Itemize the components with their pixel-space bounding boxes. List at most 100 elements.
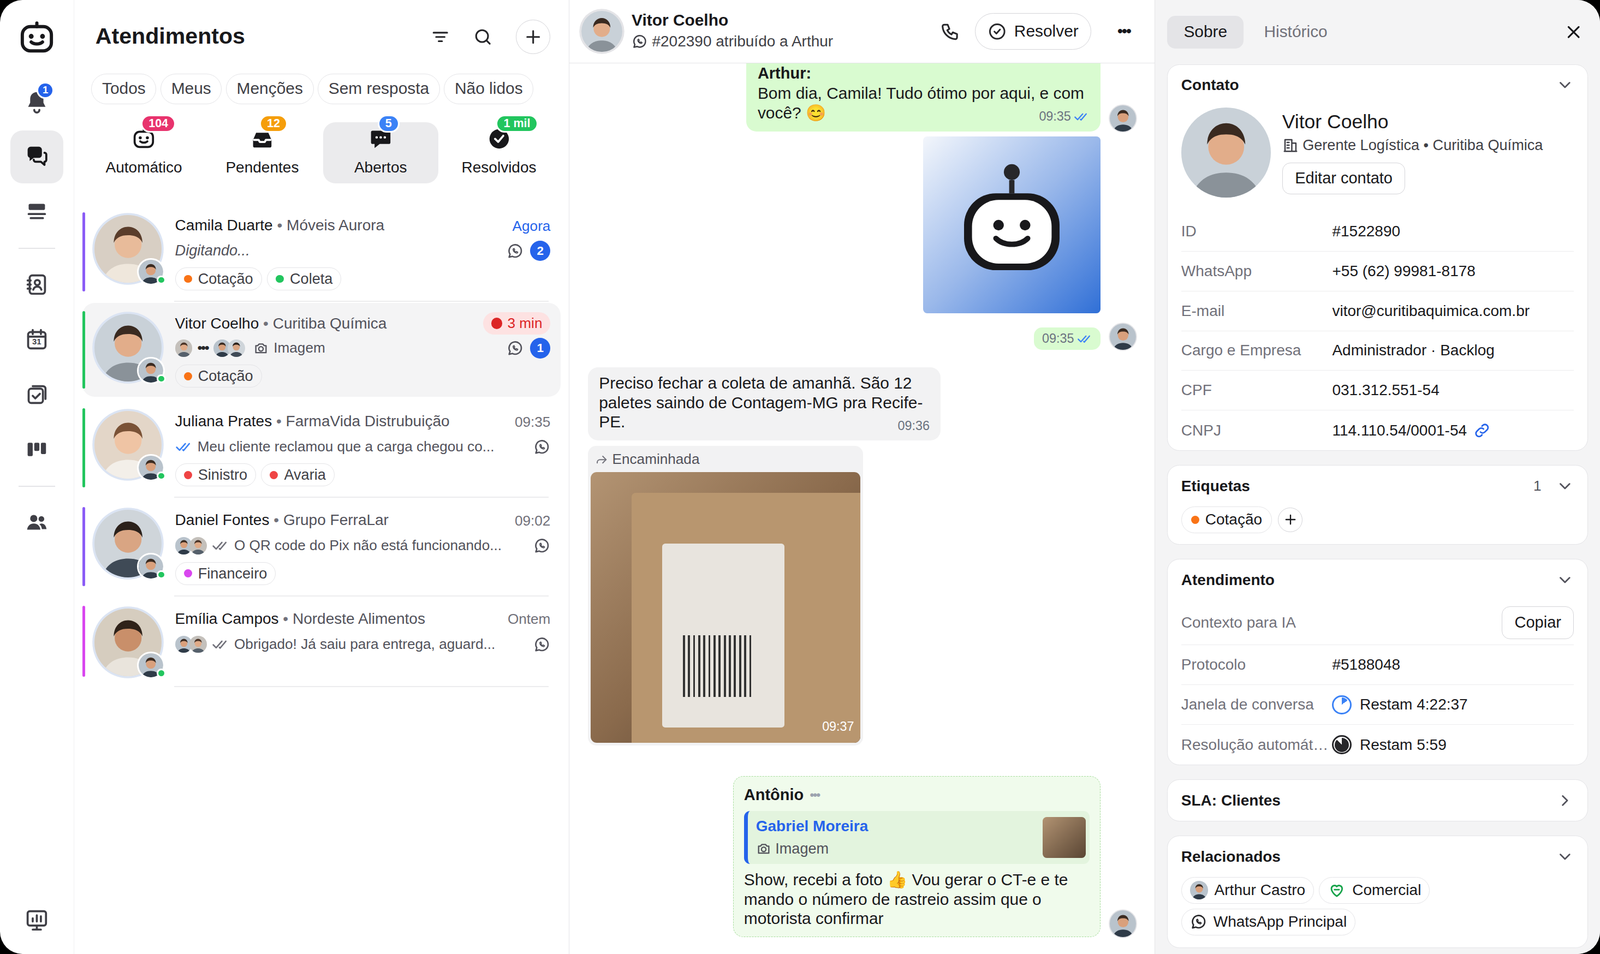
filter-chip[interactable]: Meus [160, 73, 222, 105]
message-preview: Digitando... [175, 239, 501, 263]
queue-count-badge: 1 mil [495, 114, 538, 134]
field-label: ID [1181, 219, 1333, 243]
new-conversation-button[interactable] [515, 19, 551, 55]
typing-dots: ••• [197, 338, 209, 359]
participant-avatar [227, 339, 246, 358]
queue-count-badge: 5 [377, 114, 400, 134]
nav-item[interactable]: 1 [10, 75, 64, 129]
search-button[interactable] [472, 26, 493, 47]
related-chip[interactable]: Arthur Castro [1181, 877, 1314, 904]
nav-item[interactable] [10, 894, 64, 948]
filter-chip[interactable]: Não lidos [443, 73, 534, 105]
online-dot [156, 471, 166, 481]
quote-author: Gabriel Moreira [756, 815, 1044, 838]
service-card: AtendimentoContexto para IACopiarProtoco… [1167, 558, 1588, 766]
queue-tab[interactable]: 12Pendentes [204, 122, 320, 184]
tag[interactable]: Cotação [175, 267, 263, 291]
filter-chip[interactable]: Menções [225, 73, 314, 105]
queue-tab[interactable]: 5Abertos [323, 122, 439, 184]
filter-chip[interactable]: Sem resposta [317, 73, 440, 105]
details-tab[interactable]: Sobre [1167, 15, 1244, 49]
tag[interactable]: Cotação [1181, 506, 1272, 534]
draft-reply: Antônio•••Gabriel MoreiraImagemShow, rec… [733, 776, 1101, 937]
online-dot [156, 275, 166, 285]
quote-thumbnail [1042, 817, 1086, 859]
tag[interactable]: Coleta [266, 267, 342, 291]
status-bar [82, 311, 86, 390]
details-tab[interactable]: Histórico [1247, 15, 1344, 49]
add-tag-button[interactable] [1277, 507, 1303, 533]
edit-contact-button[interactable]: Editar contato [1282, 162, 1406, 195]
message-author: Arthur: [757, 63, 1090, 84]
field-label: E-mail [1181, 299, 1333, 323]
conversation-row[interactable]: Vitor Coelho • Curitiba Química3 min•••I… [82, 302, 562, 398]
preview-text: Meu cliente reclamou que a carga chegou … [197, 436, 495, 458]
message-text: Show, recebi a foto 👍 Vou gerar o CT-e e… [744, 870, 1069, 928]
chip-label: Arthur Castro [1214, 878, 1306, 902]
contact-photo [1181, 107, 1271, 198]
tag-label: Cotação [198, 365, 254, 388]
close-icon [1563, 21, 1584, 43]
sla-card[interactable]: SLA: Clientes [1167, 779, 1588, 822]
contact-name: Camila Duarte [175, 216, 273, 234]
contact-field: Cargo e EmpresaAdministrador · Backlog [1181, 331, 1575, 372]
field-value: 114.110.54/0001-54 [1331, 419, 1467, 443]
tag[interactable]: Cotação [175, 364, 263, 389]
nav-item[interactable] [10, 423, 64, 477]
filter-button[interactable] [430, 26, 451, 47]
nav-item[interactable] [10, 258, 64, 312]
tag-dot [183, 471, 193, 480]
service-row: Resolução automát…Restam 5:59 [1181, 724, 1575, 765]
contact-field: ID#1522890 [1181, 211, 1575, 252]
message-bubble: Arthur:Bom dia, Camila! Tudo ótimo por a… [746, 63, 1101, 132]
message-row [569, 136, 1155, 313]
message-row: Encaminhada09:37 [569, 445, 1155, 747]
filter-label: Não lidos [454, 76, 523, 101]
separator: • [282, 610, 289, 628]
contact-field: E-mailvitor@curitibaquimica.com.br [1181, 291, 1575, 332]
time: Ontem [507, 610, 551, 628]
queue-label: Automático [105, 156, 183, 180]
conversation-row[interactable]: Camila Duarte • Móveis AuroraAgoraDigita… [82, 204, 562, 300]
chevron-icon [1555, 847, 1575, 867]
field-label: Resolução automát… [1181, 733, 1333, 757]
time: 3 min [507, 312, 543, 335]
chevron-icon [1555, 477, 1575, 496]
close-button[interactable] [1563, 21, 1584, 43]
queue-tab[interactable]: 1 milResolvidos [441, 122, 557, 184]
conversation-row[interactable]: Juliana Prates • FarmaVida Distrubuição0… [82, 400, 562, 496]
tag[interactable]: Financeiro [175, 562, 277, 586]
resolve-button[interactable]: Resolver [974, 13, 1092, 50]
conversation-row[interactable]: Daniel Fontes • Grupo FerraLar09:02O QR … [82, 498, 562, 595]
read-check-icon [1077, 331, 1093, 347]
nav-item[interactable] [10, 368, 64, 422]
tag[interactable]: Sinistro [175, 463, 257, 487]
separator: • [273, 511, 279, 529]
nav-item[interactable]: 31 [10, 313, 64, 367]
agent-avatar [1109, 323, 1137, 351]
camera-icon [756, 841, 772, 857]
related-chip[interactable]: WhatsApp Principal [1181, 908, 1356, 936]
tag[interactable]: Avaria [260, 463, 335, 487]
logo[interactable] [17, 18, 57, 58]
quoted-message[interactable]: Gabriel MoreiraImagem [744, 811, 1091, 865]
message-row: Antônio•••Gabriel MoreiraImagemShow, rec… [569, 776, 1155, 937]
filter-chip[interactable]: Todos [91, 73, 157, 105]
preview-text: Digitando... [175, 239, 251, 263]
time: 09:35 [514, 413, 551, 431]
nav-item[interactable] [10, 130, 64, 184]
photo[interactable]: 09:37 [590, 472, 861, 743]
nav-item[interactable] [10, 495, 64, 549]
separator: • [276, 412, 282, 430]
queue-count: 1 mil [503, 117, 531, 130]
copy-button[interactable]: Copiar [1501, 606, 1574, 640]
call-button[interactable] [940, 21, 961, 42]
more-button[interactable]: ••• [1105, 19, 1142, 43]
timer-ring [1331, 695, 1352, 716]
queue-label: Abertos [354, 156, 408, 180]
conversation-row[interactable]: Emília Campos • Nordeste AlimentosOntemO… [82, 597, 562, 686]
resolve-label: Resolver [1014, 19, 1079, 44]
nav-item[interactable] [10, 185, 64, 239]
queue-tab[interactable]: 104Automático [86, 122, 202, 184]
related-chip[interactable]: Comercial [1318, 877, 1430, 904]
